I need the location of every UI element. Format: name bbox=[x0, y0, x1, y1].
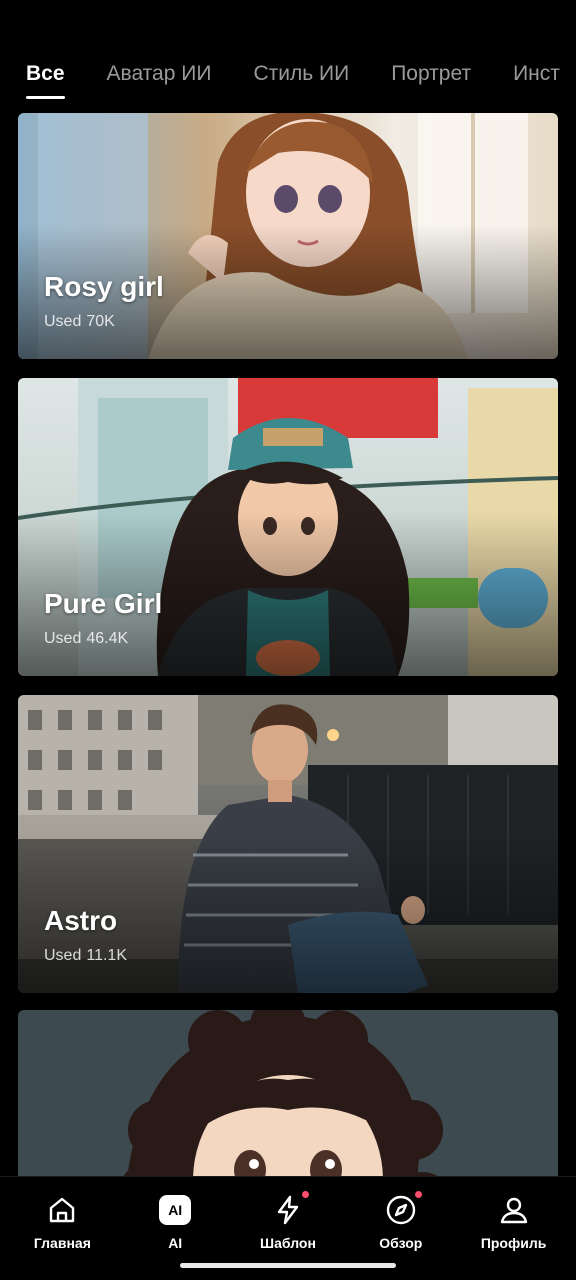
template-card[interactable]: Rosy girl Used 70K bbox=[18, 113, 558, 359]
nav-label: Главная bbox=[33, 1235, 91, 1251]
usage-count: Used 11.1K bbox=[44, 947, 127, 965]
template-feed[interactable]: Rosy girl Used 70K Pure Girl Used 46.4K … bbox=[18, 113, 558, 1177]
template-card[interactable] bbox=[18, 1010, 558, 1177]
usage-value: 70K bbox=[86, 313, 115, 330]
notification-dot bbox=[414, 1191, 422, 1198]
template-card[interactable]: Pure Girl Used 46.4K bbox=[18, 378, 558, 676]
notification-dot bbox=[301, 1191, 309, 1198]
template-title: Astro bbox=[44, 905, 118, 936]
category-tabs: Все Аватар ИИ Стиль ИИ Портрет Инст bbox=[0, 44, 576, 104]
tab-ai-avatar[interactable]: Аватар ИИ bbox=[107, 44, 212, 86]
lightning-icon bbox=[271, 1191, 309, 1227]
nav-profile[interactable]: Профиль bbox=[464, 1177, 564, 1280]
nav-label: Профиль bbox=[480, 1235, 547, 1251]
home-icon bbox=[45, 1193, 79, 1227]
tab-ai-style[interactable]: Стиль ИИ bbox=[253, 44, 349, 86]
usage-value: 46.4K bbox=[86, 630, 129, 647]
tab-all[interactable]: Все bbox=[26, 44, 65, 99]
nav-label: Обзор bbox=[379, 1235, 423, 1251]
nav-label: AI bbox=[168, 1235, 183, 1251]
profile-icon bbox=[497, 1193, 531, 1227]
ai-badge: AI bbox=[159, 1195, 192, 1225]
template-card[interactable]: Astro Used 11.1K bbox=[18, 695, 558, 993]
usage-count: Used 46.4K bbox=[44, 630, 128, 648]
usage-count: Used 70K bbox=[44, 313, 115, 331]
template-title: Rosy girl bbox=[44, 271, 164, 302]
nav-home[interactable]: Главная bbox=[12, 1177, 112, 1280]
tab-inst[interactable]: Инст bbox=[513, 44, 560, 86]
app-root: Все Аватар ИИ Стиль ИИ Портрет Инст Rosy… bbox=[0, 0, 576, 1280]
usage-value: 11.1K bbox=[86, 947, 127, 964]
ai-icon: AI bbox=[158, 1193, 192, 1227]
usage-label: Used bbox=[44, 947, 82, 964]
compass-icon bbox=[384, 1191, 422, 1227]
home-indicator[interactable] bbox=[180, 1263, 396, 1268]
usage-label: Used bbox=[44, 630, 82, 647]
bottom-nav: Главная AI AI Шаблон Обзор Профиль bbox=[0, 1176, 576, 1280]
tab-portrait[interactable]: Портрет bbox=[391, 44, 471, 86]
usage-label: Used bbox=[44, 313, 82, 330]
template-title: Pure Girl bbox=[44, 588, 163, 619]
template-preview-image bbox=[18, 1010, 558, 1177]
nav-label: Шаблон bbox=[260, 1235, 316, 1251]
